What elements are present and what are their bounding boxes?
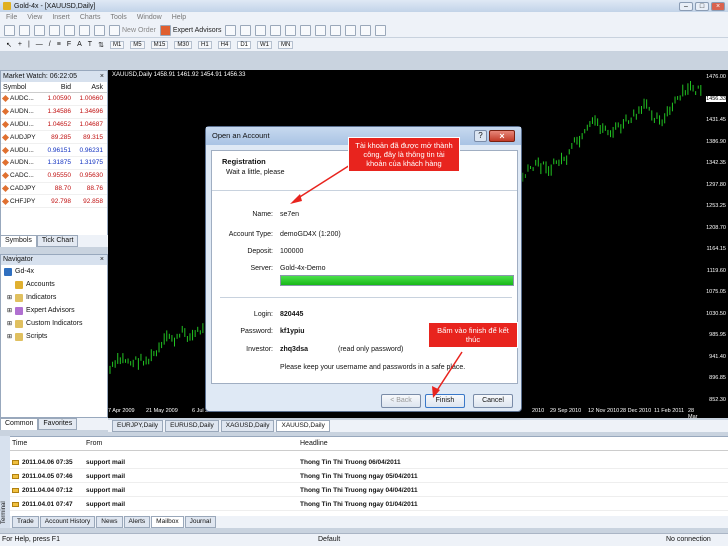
callout-arrow-finish bbox=[435, 351, 463, 393]
callout-arrows bbox=[290, 159, 463, 398]
callout-account-opened: Tài khoản đã được mở thành công, đây là … bbox=[348, 137, 460, 172]
callout-press-finish: Bấm vào finish để kết thúc bbox=[428, 322, 518, 348]
arrow-head-icon bbox=[290, 194, 302, 204]
